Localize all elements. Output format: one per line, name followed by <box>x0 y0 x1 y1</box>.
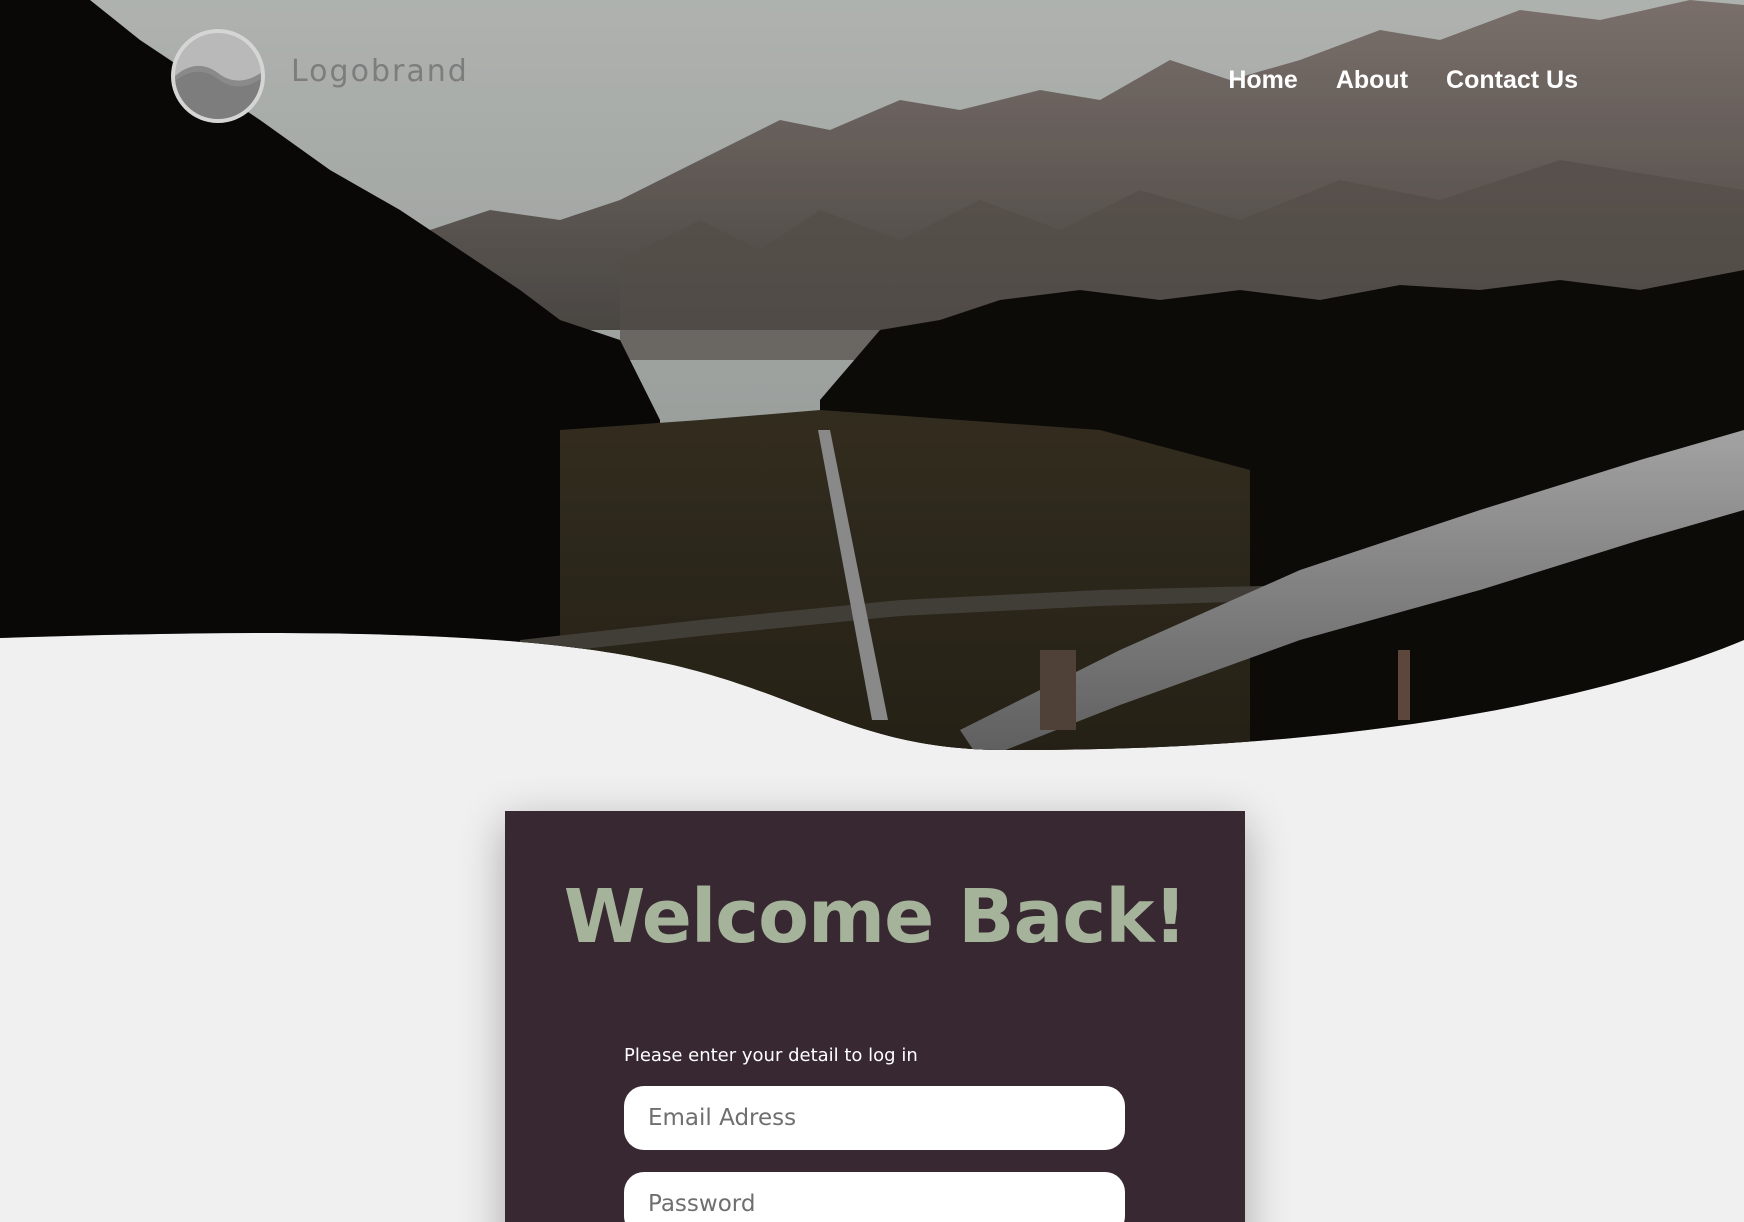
hero-image <box>0 0 1744 760</box>
nav-contact-link[interactable]: Contact Us <box>1446 66 1578 95</box>
nav-about-link[interactable]: About <box>1336 66 1408 95</box>
login-page: Logobrand Home About Contact Us Welcome … <box>0 0 1744 1222</box>
brand-name[interactable]: Logobrand <box>291 54 469 89</box>
nav-home-link[interactable]: Home <box>1228 66 1297 95</box>
mountain-pipeline-photo-icon <box>0 0 1744 751</box>
password-field[interactable] <box>624 1172 1125 1222</box>
login-card: Welcome Back! Please enter your detail t… <box>505 811 1245 1222</box>
login-instructions: Please enter your detail to log in <box>624 1045 918 1066</box>
email-field[interactable] <box>624 1086 1125 1150</box>
logo-icon[interactable] <box>171 29 265 123</box>
main-nav: Home About Contact Us <box>1228 66 1578 95</box>
welcome-title: Welcome Back! <box>563 874 1187 960</box>
logo-wave-circle-icon <box>175 33 261 119</box>
